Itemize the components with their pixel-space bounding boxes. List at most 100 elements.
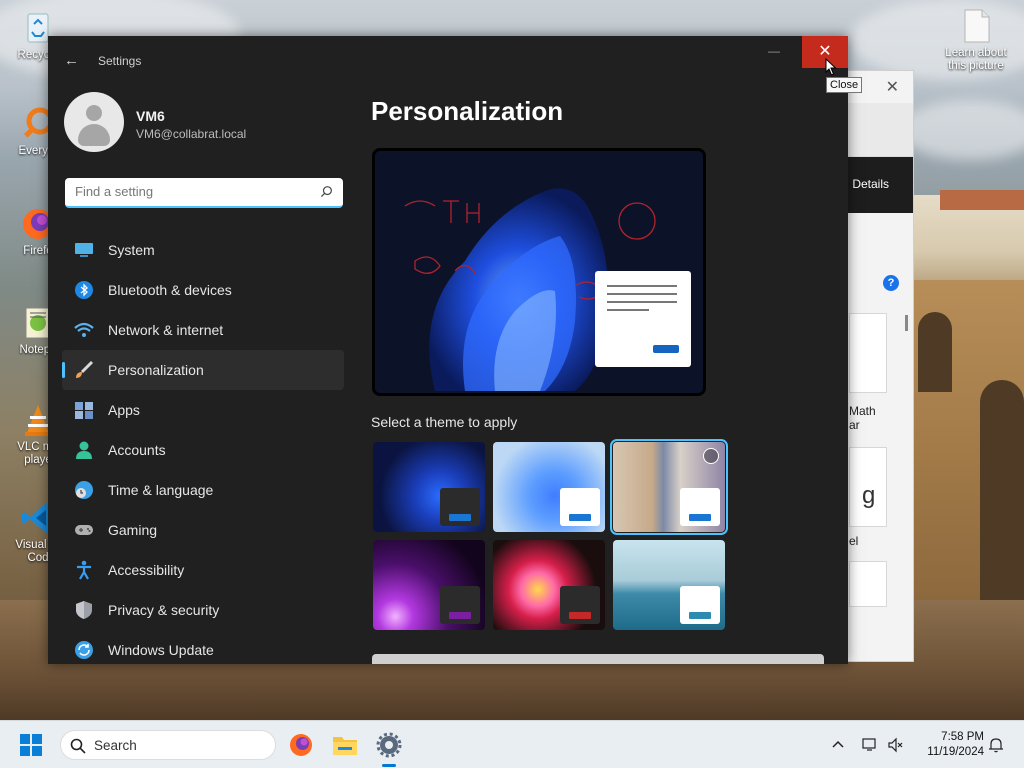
taskbar-file-explorer[interactable]	[331, 731, 359, 759]
app-card-glyph: g	[862, 482, 876, 509]
chevron-up-icon[interactable]	[830, 737, 846, 753]
nav-item-network[interactable]: Network & internet	[62, 310, 344, 350]
close-icon[interactable]: ✕	[886, 77, 899, 97]
taskbar-settings[interactable]	[375, 731, 403, 759]
nav-item-bluetooth[interactable]: Bluetooth & devices	[62, 270, 344, 310]
wallpaper-roof	[940, 190, 1024, 210]
preview-line	[607, 293, 677, 295]
search-icon	[320, 186, 332, 198]
app-card-label: ar	[849, 418, 860, 432]
taskbar-clock[interactable]: 7:58 PM 11/19/2024	[912, 730, 984, 760]
search-box[interactable]	[65, 178, 343, 208]
user-email: VM6@collabrat.local	[136, 127, 247, 141]
notification-bell-icon[interactable]	[988, 737, 1004, 753]
desktop-icon-label: Cod	[27, 552, 49, 564]
theme-mini-window	[440, 586, 480, 624]
nav-label: Gaming	[108, 522, 158, 538]
bluetooth-icon	[74, 280, 94, 300]
desktop-icon-learn-about-picture[interactable]: Learn about this picture	[938, 8, 1014, 73]
nav-item-personalization[interactable]: Personalization	[62, 350, 344, 390]
taskbar-search[interactable]: Search	[60, 730, 276, 760]
theme-mini-button	[449, 514, 471, 521]
nav-item-time-language[interactable]: Time & language	[62, 470, 344, 510]
volume-muted-icon[interactable]	[888, 737, 904, 753]
nav-label: System	[108, 242, 155, 258]
nav-item-privacy[interactable]: Privacy & security	[62, 590, 344, 630]
preview-button	[653, 345, 679, 353]
theme-tile-glow[interactable]	[373, 540, 485, 630]
help-icon[interactable]: ?	[883, 275, 899, 291]
user-name: VM6	[136, 108, 165, 124]
windows-start-icon[interactable]	[20, 734, 42, 756]
nav-label: Accessibility	[108, 562, 185, 578]
window-title: Settings	[98, 54, 142, 68]
gear-icon	[376, 732, 402, 758]
active-app-indicator	[382, 764, 396, 767]
app-card[interactable]	[849, 313, 887, 393]
gamepad-icon	[74, 520, 94, 540]
nav-label: Network & internet	[108, 322, 224, 338]
theme-section-label: Select a theme to apply	[371, 414, 518, 430]
search-input[interactable]	[75, 184, 315, 199]
theme-mini-button	[689, 514, 711, 521]
preview-line	[607, 285, 677, 287]
accessibility-icon	[74, 560, 94, 580]
nav-item-apps[interactable]: Apps	[62, 390, 344, 430]
theme-mini-button	[689, 612, 711, 619]
taskbar-firefox[interactable]	[287, 731, 315, 759]
brush-icon	[74, 360, 94, 380]
search-icon	[70, 738, 86, 754]
bridge-arch	[918, 312, 952, 392]
theme-tile-captured-motion[interactable]	[493, 540, 605, 630]
nav-label: Bluetooth & devices	[108, 282, 232, 298]
theme-tile-windows-dark[interactable]	[373, 442, 485, 532]
theme-tile-spotlight[interactable]	[610, 439, 728, 535]
nav-label: Apps	[108, 402, 140, 418]
app-card-label: Math	[849, 404, 876, 418]
nav-item-windows-update[interactable]: Windows Update	[62, 630, 344, 664]
apps-icon	[74, 400, 94, 420]
update-icon	[74, 640, 94, 660]
theme-mini-window	[560, 586, 600, 624]
app-card-label: el	[849, 534, 859, 548]
theme-mini-window	[680, 488, 720, 526]
theme-mini-button	[449, 612, 471, 619]
desktop-icon-label: Learn about this picture	[945, 47, 1007, 72]
avatar-head	[86, 105, 102, 121]
nav-label: Accounts	[108, 442, 166, 458]
nav-item-gaming[interactable]: Gaming	[62, 510, 344, 550]
network-icon[interactable]	[862, 737, 878, 753]
settings-nav: System Bluetooth & devices Network & int…	[62, 230, 344, 664]
settings-titlebar[interactable]: ← Settings — ✕	[48, 36, 848, 84]
back-arrow-icon[interactable]: ←	[64, 52, 82, 70]
avatar[interactable]	[64, 92, 124, 152]
page-title: Personalization	[371, 96, 564, 126]
theme-mini-window	[680, 586, 720, 624]
account-icon	[74, 440, 94, 460]
nav-item-accounts[interactable]: Accounts	[62, 430, 344, 470]
globe-clock-icon	[74, 480, 94, 500]
theme-preview	[372, 148, 706, 396]
spotlight-icon	[703, 448, 719, 464]
nav-item-accessibility[interactable]: Accessibility	[62, 550, 344, 590]
theme-mini-button	[569, 612, 591, 619]
settings-window[interactable]: ← Settings — ✕ VM6 VM6@collabrat.local S…	[48, 36, 848, 664]
mouse-cursor-icon	[825, 58, 837, 76]
theme-mini-window	[440, 488, 480, 526]
firefox-icon	[290, 734, 312, 756]
theme-tile-windows-light[interactable]	[493, 442, 605, 532]
preview-line	[607, 301, 677, 303]
app-card[interactable]: g	[849, 447, 887, 527]
nav-item-system[interactable]: System	[62, 230, 344, 270]
app-card[interactable]	[849, 561, 887, 607]
details-tab[interactable]: Details	[852, 177, 889, 191]
scrollbar-thumb[interactable]	[905, 315, 908, 331]
folder-icon	[333, 737, 357, 755]
preview-dialog	[595, 271, 691, 367]
minimize-icon[interactable]: —	[768, 44, 782, 58]
next-section-card	[372, 654, 824, 664]
theme-tile-flow[interactable]	[613, 540, 725, 630]
shield-icon	[74, 600, 94, 620]
nav-label: Privacy & security	[108, 602, 220, 618]
preview-line	[607, 309, 649, 311]
